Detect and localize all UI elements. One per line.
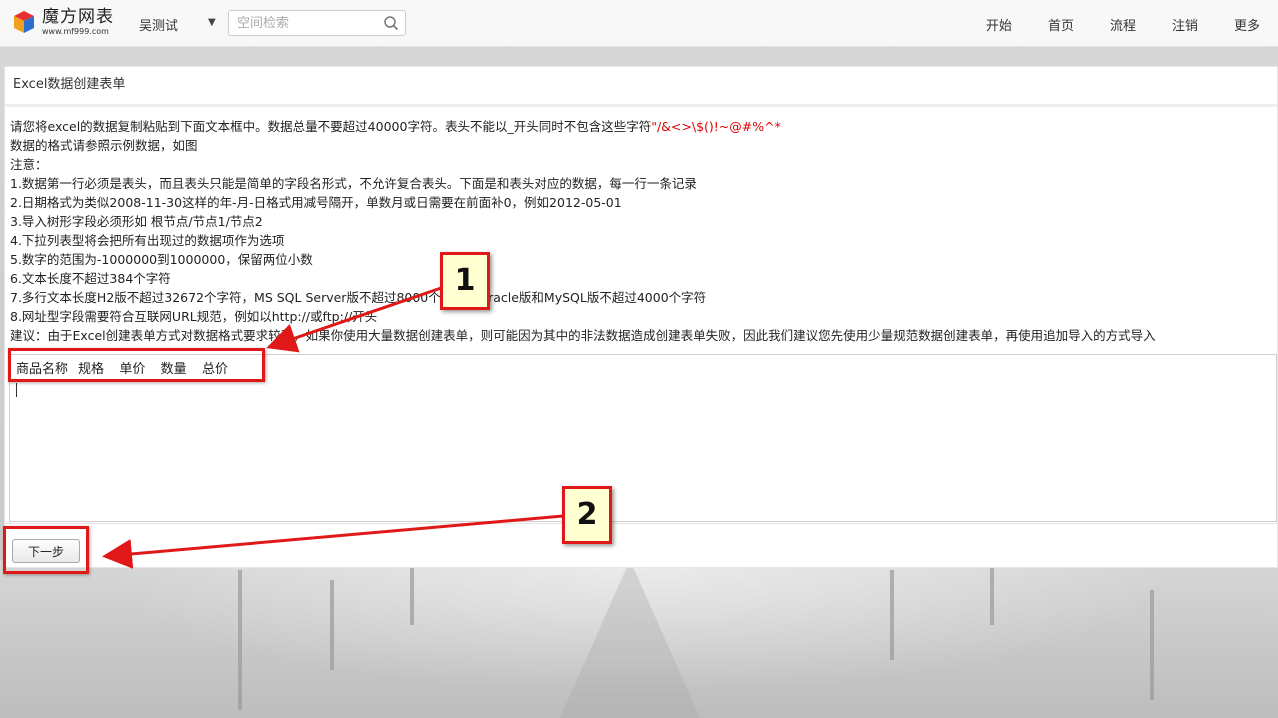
main-nav: 开始 首页 流程 注销 更多 (950, 15, 1260, 34)
logo[interactable]: 魔方网表 www.mf999.com (10, 8, 114, 36)
nav-more[interactable]: 更多 (1234, 15, 1260, 34)
instructions: 请您将excel的数据复制粘贴到下面文本框中。数据总量不要超过40000字符。表… (10, 117, 1275, 345)
nav-logout[interactable]: 注销 (1172, 15, 1198, 34)
excel-import-panel: Excel数据创建表单 请您将excel的数据复制粘贴到下面文本框中。数据总量不… (4, 66, 1278, 568)
divider (5, 523, 1277, 524)
top-navbar: 魔方网表 www.mf999.com 吴测试 ▼ 开始 首页 流程 注销 更多 (0, 0, 1278, 47)
instruction-line: 6.文本长度不超过384个字符 (10, 271, 171, 286)
highlight-box-data-header (8, 348, 265, 382)
instruction-suggestion: 建议：由于Excel创建表单方式对数据格式要求较严，如果你使用大量数据创建表单，… (10, 328, 1156, 343)
panel-title: Excel数据创建表单 (5, 67, 1277, 107)
instruction-line: 1.数据第一行必须是表头，而且表头只能是简单的字段名形式，不允许复合表头。下面是… (10, 176, 697, 191)
annotation-badge-1: 1 (440, 252, 490, 310)
tree (410, 565, 414, 625)
logo-url: www.mf999.com (42, 26, 109, 36)
tree (990, 565, 994, 625)
logo-cube-icon (14, 11, 34, 33)
instruction-line: 2.日期格式为类似2008-11-30这样的年-月-日格式用减号隔开，单数月或日… (10, 195, 622, 210)
user-menu[interactable]: 吴测试 (139, 15, 178, 34)
highlight-box-next-button (3, 526, 89, 574)
background-image (0, 560, 1278, 718)
tree (1150, 590, 1154, 700)
search-input[interactable] (229, 11, 385, 35)
instruction-line: 注意： (10, 157, 48, 172)
search-box (228, 10, 406, 36)
instruction-line: 8.网址型字段需要符合互联网URL规范，例如以http://或ftp://开头 (10, 309, 378, 324)
instruction-line: 7.多行文本长度H2版不超过32672个字符，MS SQL Server版不超过… (10, 290, 707, 305)
annotation-badge-2: 2 (562, 486, 612, 544)
nav-start[interactable]: 开始 (986, 15, 1012, 34)
tree (238, 570, 242, 710)
nav-home[interactable]: 首页 (1048, 15, 1074, 34)
search-icon[interactable] (383, 15, 399, 31)
tree (330, 580, 334, 670)
instruction-line: 5.数字的范围为-1000000到1000000，保留两位小数 (10, 252, 313, 267)
instruction-line: 数据的格式请参照示例数据，如图 (10, 138, 198, 153)
instruction-intro: 请您将excel的数据复制粘贴到下面文本框中。数据总量不要超过40000字符。表… (10, 119, 781, 134)
nav-workflow[interactable]: 流程 (1110, 15, 1136, 34)
text-cursor (16, 383, 17, 397)
logo-title: 魔方网表 (42, 6, 114, 27)
forbidden-chars: "/&<>\$()!~@#%^* (651, 119, 781, 134)
instruction-line: 4.下拉列表型将会把所有出现过的数据项作为选项 (10, 233, 285, 248)
road (560, 560, 700, 718)
instruction-line: 3.导入树形字段必须形如 根节点/节点1/节点2 (10, 214, 263, 229)
tree (890, 570, 894, 660)
chevron-down-icon[interactable]: ▼ (208, 17, 216, 28)
